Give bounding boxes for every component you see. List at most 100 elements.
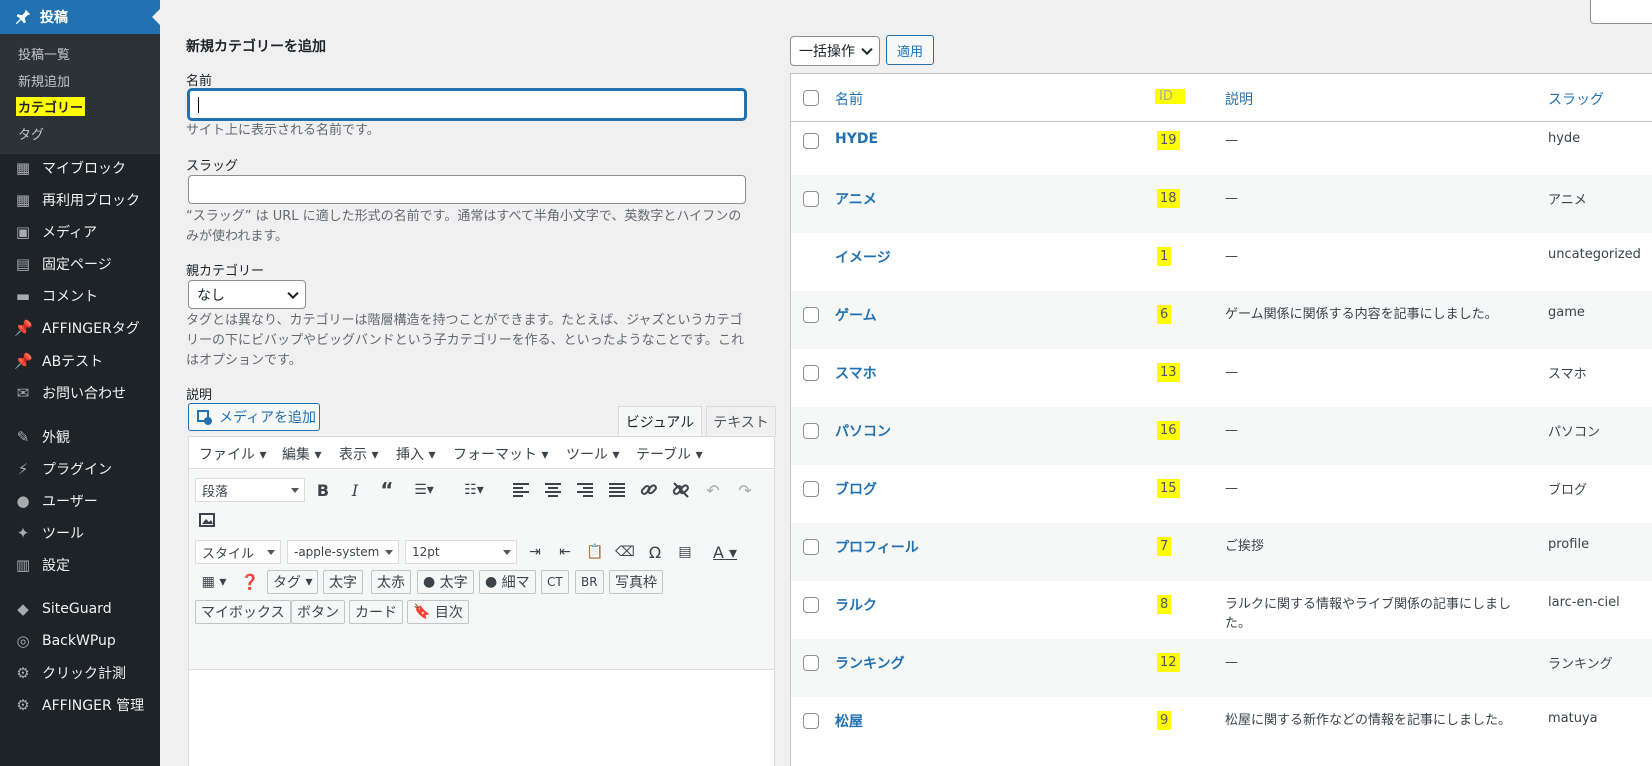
- bullet-list-icon[interactable]: ☰▾: [407, 478, 441, 502]
- sidebar-item-14[interactable]: ◎ BackWPup: [0, 626, 160, 656]
- category-name[interactable]: ランキング: [835, 653, 905, 673]
- justify-icon[interactable]: [607, 478, 627, 502]
- sidebar-item-5[interactable]: 📌 AFFINGERタグ: [0, 313, 160, 343]
- bold-icon[interactable]: B: [313, 478, 333, 502]
- apply-button[interactable]: 適用: [886, 35, 934, 65]
- category-name[interactable]: スマホ: [835, 363, 877, 383]
- slug-input[interactable]: [188, 175, 746, 204]
- row-checkbox[interactable]: [803, 423, 819, 439]
- toc-button[interactable]: 🔖 目次: [407, 600, 469, 624]
- category-name[interactable]: イメージ: [835, 247, 891, 267]
- name-input[interactable]: [188, 89, 746, 120]
- menu-file[interactable]: ファイル ▾: [199, 444, 266, 464]
- font-select[interactable]: -apple-system: [287, 540, 399, 564]
- mybox-button[interactable]: マイボックス: [195, 600, 291, 624]
- tab-text[interactable]: テキスト: [706, 406, 776, 436]
- submenu-categories[interactable]: カテゴリー: [16, 97, 86, 116]
- parent-select[interactable]: なし: [188, 280, 306, 309]
- row-checkbox[interactable]: [803, 539, 819, 555]
- submenu-add-new[interactable]: 新規追加: [18, 71, 70, 90]
- category-name[interactable]: ゲーム: [835, 305, 877, 325]
- undo-icon[interactable]: ↶: [703, 478, 723, 502]
- sidebar-item-2[interactable]: ▣ メディア: [0, 217, 160, 247]
- align-right-icon[interactable]: [575, 478, 595, 502]
- photo-frame-button[interactable]: 写真枠: [609, 570, 663, 594]
- style-select[interactable]: スタイル: [195, 540, 281, 564]
- blockquote-icon[interactable]: “: [377, 478, 397, 502]
- category-name[interactable]: パソコン: [835, 421, 891, 441]
- sidebar-item-1[interactable]: ▦ 再利用ブロック: [0, 185, 160, 215]
- add-media-button[interactable]: メディアを追加: [188, 403, 320, 431]
- redo-icon[interactable]: ↷: [735, 478, 755, 502]
- table-icon[interactable]: ▦ ▾: [195, 570, 233, 594]
- outdent-icon[interactable]: ⇤: [555, 540, 575, 564]
- row-checkbox[interactable]: [803, 655, 819, 671]
- submenu-tags[interactable]: タグ: [18, 124, 44, 143]
- sidebar-item-9[interactable]: ⚡ プラグイン: [0, 454, 160, 484]
- ct-button[interactable]: CT: [541, 570, 569, 594]
- indent-icon[interactable]: ⇥: [525, 540, 545, 564]
- bulk-action-select[interactable]: 一括操作: [790, 36, 880, 66]
- column-slug[interactable]: スラッグ: [1548, 89, 1604, 109]
- sidebar-item-4[interactable]: ▬ コメント: [0, 281, 160, 311]
- tab-visual[interactable]: ビジュアル: [618, 406, 702, 436]
- sidebar-item-12[interactable]: ▥ 設定: [0, 550, 160, 580]
- category-name[interactable]: 松屋: [835, 711, 863, 731]
- sidebar-item-6[interactable]: 📌 ABテスト: [0, 346, 160, 376]
- card-button[interactable]: カード: [349, 600, 403, 624]
- row-checkbox[interactable]: [803, 133, 819, 149]
- sidebar-item-15[interactable]: ⚙ クリック計測: [0, 658, 160, 688]
- editor-content-area[interactable]: [189, 671, 774, 766]
- sidebar-item-7[interactable]: ✉ お問い合わせ: [0, 378, 160, 408]
- menu-view[interactable]: 表示 ▾: [339, 444, 378, 464]
- br-button[interactable]: BR: [575, 570, 604, 594]
- search-input[interactable]: [1590, 0, 1652, 24]
- sidebar-item-16[interactable]: ⚙ AFFINGER 管理: [0, 690, 160, 720]
- sidebar-item-13[interactable]: ◆ SiteGuard: [0, 594, 160, 624]
- image-icon[interactable]: [197, 508, 217, 532]
- sidebar-item-8[interactable]: ✎ 外観: [0, 422, 160, 452]
- category-name[interactable]: アニメ: [835, 189, 877, 209]
- select-all-checkbox[interactable]: [803, 90, 819, 106]
- row-checkbox[interactable]: [803, 713, 819, 729]
- hr-icon[interactable]: ▤: [675, 540, 695, 564]
- size-select[interactable]: 12pt: [405, 540, 517, 564]
- align-left-icon[interactable]: [511, 478, 531, 502]
- row-checkbox[interactable]: [803, 481, 819, 497]
- sidebar-item-10[interactable]: ● ユーザー: [0, 486, 160, 516]
- category-name[interactable]: プロフィール: [835, 537, 919, 557]
- eraser-icon[interactable]: ⌫: [615, 540, 635, 564]
- menu-tools[interactable]: ツール ▾: [566, 444, 619, 464]
- bold-style-button[interactable]: 太字: [323, 570, 363, 594]
- sidebar-item-posts[interactable]: 投稿: [0, 0, 160, 34]
- paragraph-select[interactable]: 段落: [195, 478, 305, 502]
- align-center-icon[interactable]: [543, 478, 563, 502]
- sidebar-item-11[interactable]: ✦ ツール: [0, 518, 160, 548]
- menu-format[interactable]: フォーマット ▾: [453, 444, 548, 464]
- menu-edit[interactable]: 編集 ▾: [282, 444, 321, 464]
- text-color-icon[interactable]: A ▾: [705, 540, 745, 564]
- numbered-list-icon[interactable]: ☷▾: [457, 478, 491, 502]
- column-description[interactable]: 説明: [1225, 89, 1253, 109]
- sidebar-item-3[interactable]: ▤ 固定ページ: [0, 249, 160, 279]
- user-bold-button[interactable]: ● 太字: [417, 570, 474, 594]
- unlink-icon[interactable]: [671, 478, 691, 502]
- omega-icon[interactable]: Ω: [645, 540, 665, 564]
- row-checkbox[interactable]: [803, 597, 819, 613]
- user-marker-button[interactable]: ● 細マ: [479, 570, 536, 594]
- column-id[interactable]: ID: [1155, 89, 1185, 104]
- link-icon[interactable]: [639, 478, 659, 502]
- category-name[interactable]: HYDE: [835, 131, 878, 147]
- bold-red-button[interactable]: 太赤: [371, 570, 411, 594]
- row-checkbox[interactable]: [803, 191, 819, 207]
- italic-icon[interactable]: I: [345, 478, 365, 502]
- paste-icon[interactable]: 📋: [585, 540, 605, 564]
- category-name[interactable]: ブログ: [835, 479, 877, 499]
- row-checkbox[interactable]: [803, 365, 819, 381]
- submenu-all-posts[interactable]: 投稿一覧: [18, 44, 70, 63]
- button-button[interactable]: ボタン: [291, 600, 345, 624]
- category-name[interactable]: ラルク: [835, 595, 877, 615]
- row-checkbox[interactable]: [803, 307, 819, 323]
- column-name[interactable]: 名前: [835, 89, 863, 109]
- help-icon[interactable]: ❓: [239, 570, 261, 594]
